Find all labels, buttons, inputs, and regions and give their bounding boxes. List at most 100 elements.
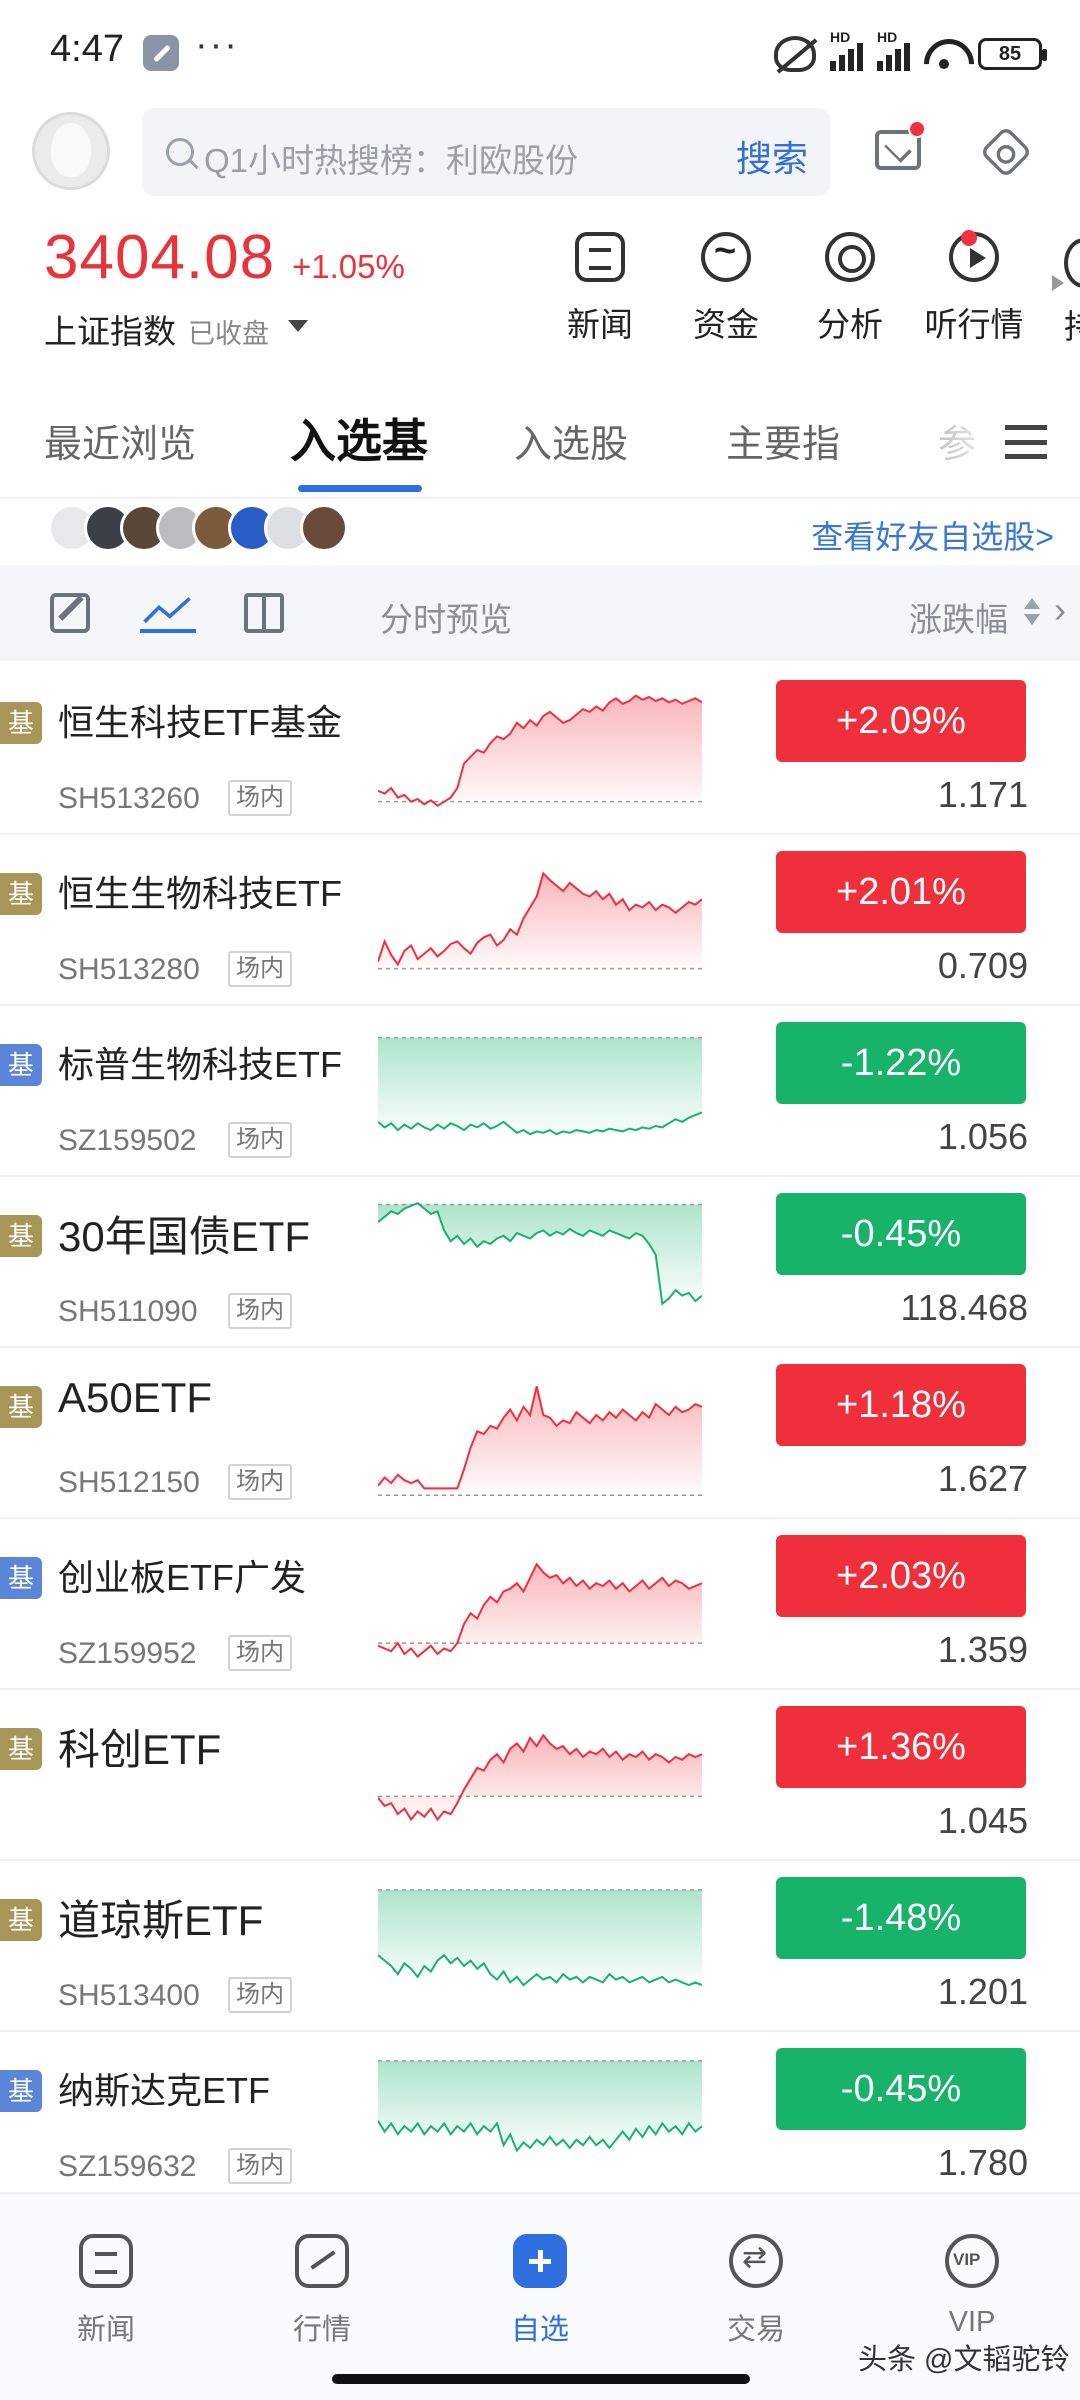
watchlist-tabs: 最近浏览 入选基 入选股 主要指 参 <box>0 395 1080 495</box>
exchange-tag: 场内 <box>228 1464 292 1500</box>
fund-badge: 基 <box>0 1386 42 1428</box>
change-percent-badge[interactable]: +2.01% <box>776 851 1026 933</box>
chevron-down-icon[interactable] <box>288 320 308 332</box>
status-time: 4:47 <box>50 28 124 70</box>
more-notifications-icon: ··· <box>195 24 239 66</box>
fund-price: 1.627 <box>937 1458 1028 1499</box>
change-percent-badge[interactable]: -1.48% <box>776 1877 1026 1959</box>
tab-recent[interactable]: 最近浏览 <box>44 413 196 468</box>
trade-icon <box>729 2234 783 2288</box>
fund-code: SZ159502 <box>58 1124 197 1157</box>
fund-name: A50ETF <box>58 1374 213 1421</box>
status-bar: 4:47 ··· HD HD 85 <box>0 0 1080 100</box>
fund-price: 1.780 <box>937 2142 1028 2183</box>
change-percent-badge[interactable]: +1.36% <box>776 1706 1026 1788</box>
fund-price: 1.171 <box>937 774 1028 815</box>
market-icon <box>295 2234 349 2288</box>
exchange-tag: 场内 <box>228 951 292 987</box>
fund-row[interactable]: 基创业板ETF广发 SZ159952 场内 +2.03% 1.359 <box>0 1519 1080 1690</box>
change-percent-badge[interactable]: -1.22% <box>776 1022 1026 1104</box>
exchange-tag: 场内 <box>228 780 292 816</box>
fund-name: 恒生生物科技ETF <box>58 873 342 914</box>
fund-name: 道琼斯ETF <box>58 1897 264 1944</box>
sort-by-change-button[interactable]: 涨跌幅 <box>909 593 1008 641</box>
friend-avatars[interactable] <box>48 504 348 560</box>
fund-row[interactable]: 基科创ETF +1.36% 1.045 <box>0 1690 1080 1861</box>
signal-icon-2: HD <box>877 29 910 71</box>
fund-code: SH513400 <box>58 1979 200 2012</box>
quick-nav-funds[interactable]: 资金 <box>666 230 786 346</box>
fund-price: 1.056 <box>937 1116 1028 1157</box>
tab-selected-funds[interactable]: 入选基 <box>290 405 428 471</box>
fund-price: 1.359 <box>937 1629 1028 1670</box>
search-button[interactable]: 搜索 <box>736 130 808 182</box>
user-avatar[interactable] <box>32 112 110 190</box>
index-value[interactable]: 3404.08 <box>44 222 275 293</box>
fund-name: 恒生科技ETF基金 <box>58 702 342 743</box>
change-percent-badge[interactable]: +1.18% <box>776 1364 1026 1446</box>
search-bar[interactable]: Q1小时热搜榜：利欧股份 搜索 <box>142 108 830 196</box>
intraday-sparkline <box>378 1733 702 1822</box>
fund-badge: 基 <box>0 1899 42 1941</box>
tab-selected-stocks[interactable]: 入选股 <box>514 413 628 468</box>
fund-badge: 基 <box>0 873 42 915</box>
sparkline-area <box>378 695 702 806</box>
friend-avatar[interactable] <box>300 504 348 552</box>
fund-row[interactable]: 基标普生物科技ETF SZ159502 场内 -1.22% 1.056 <box>0 1006 1080 1177</box>
fund-name: 纳斯达克ETF <box>58 2070 270 2111</box>
columns-icon[interactable] <box>244 593 284 633</box>
quick-nav-news[interactable]: 新闻 <box>540 232 660 346</box>
view-friends-watchlist-link[interactable]: 查看好友自选股> <box>811 512 1054 558</box>
quick-nav-analysis[interactable]: 分析 <box>790 232 910 346</box>
quick-nav-holdings[interactable]: 持 <box>1064 300 1080 348</box>
nav-trade[interactable]: 交易 <box>686 2234 826 2348</box>
edit-icon[interactable] <box>50 593 90 633</box>
fund-price: 1.045 <box>937 1800 1028 1841</box>
change-percent-badge[interactable]: +2.03% <box>776 1535 1026 1617</box>
nav-market[interactable]: 行情 <box>252 2234 392 2348</box>
news-icon <box>79 2234 133 2288</box>
fund-row[interactable]: 基恒生生物科技ETF SH513280 场内 +2.01% 0.709 <box>0 835 1080 1006</box>
exchange-tag: 场内 <box>228 1293 292 1329</box>
exchange-tag: 场内 <box>228 1122 292 1158</box>
notification-dot <box>908 120 926 138</box>
quick-nav-listen[interactable]: 听行情 <box>914 230 1034 346</box>
change-percent-badge[interactable]: -0.45% <box>776 2048 1026 2130</box>
chevron-right-icon[interactable]: › <box>1054 589 1066 631</box>
intraday-sparkline <box>378 1889 702 1987</box>
change-percent-badge[interactable]: -0.45% <box>776 1193 1026 1275</box>
sparkline-area <box>378 2060 702 2151</box>
watchlist-icon <box>513 2234 567 2288</box>
change-percent-badge[interactable]: +2.09% <box>776 680 1026 762</box>
nav-watchlist[interactable]: 自选 <box>470 2234 610 2348</box>
fund-name: 30年国债ETF <box>58 1213 311 1260</box>
fund-badge: 基 <box>0 1728 42 1770</box>
sort-icon[interactable] <box>1024 598 1040 628</box>
timeshare-preview-label: 分时预览 <box>380 601 512 638</box>
tab-major-indices[interactable]: 主要指 <box>726 413 840 468</box>
fund-row[interactable]: 基 30年国债ETF SH511090 场内 -0.45% 118.468 <box>0 1177 1080 1348</box>
nav-vip[interactable]: VIP <box>902 2234 1042 2339</box>
mute-icon <box>774 36 816 72</box>
menu-icon[interactable] <box>1005 425 1047 459</box>
line-chart-icon[interactable] <box>140 593 196 633</box>
wrench-icon <box>143 35 179 71</box>
fund-row[interactable]: 基 A50ETF SH512150 场内 +1.18% 1.627 <box>0 1348 1080 1519</box>
intraday-sparkline <box>378 1202 702 1306</box>
wifi-icon <box>924 39 964 69</box>
sparkline-area <box>378 1037 702 1135</box>
index-change: +1.05% <box>292 248 405 285</box>
nav-news[interactable]: 新闻 <box>36 2234 176 2348</box>
index-name[interactable]: 上证指数 <box>44 305 176 353</box>
market-status: 已收盘 <box>188 319 269 349</box>
search-placeholder: Q1小时热搜榜：利欧股份 <box>204 142 579 179</box>
search-icon <box>166 138 194 166</box>
fund-row[interactable]: 基纳斯达克ETF SZ159632 场内 -0.45% 1.780 <box>0 2032 1080 2203</box>
holdings-icon[interactable] <box>1064 238 1080 288</box>
settings-icon[interactable] <box>979 125 1033 179</box>
home-indicator[interactable] <box>332 2374 750 2384</box>
fund-row[interactable]: 基恒生科技ETF基金 SH513260 场内 +2.09% 1.171 <box>0 664 1080 835</box>
listen-icon <box>949 230 999 282</box>
fund-row[interactable]: 基道琼斯ETF SH513400 场内 -1.48% 1.201 <box>0 1861 1080 2032</box>
fund-price: 0.709 <box>937 945 1028 986</box>
